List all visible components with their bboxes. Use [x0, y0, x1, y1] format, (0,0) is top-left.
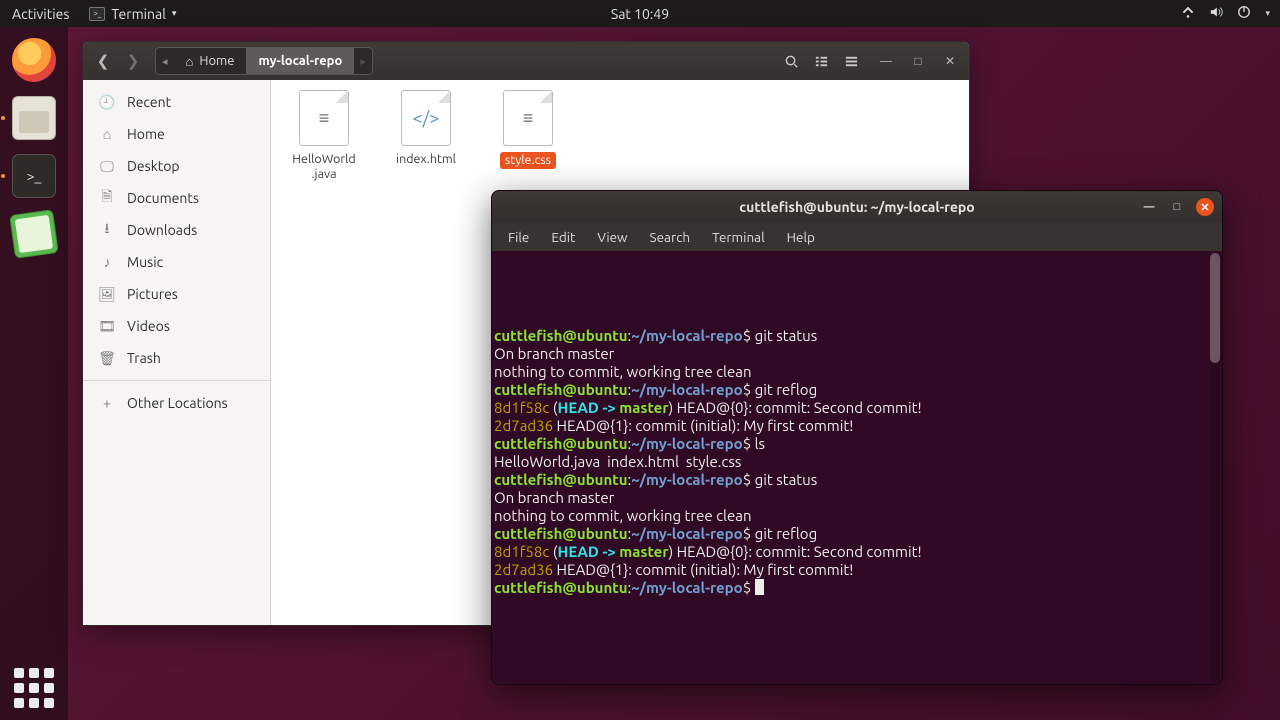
minimize-button[interactable]: — — [1140, 198, 1158, 216]
sidebar-item-recent[interactable]: 🕘 Recent — [83, 86, 270, 118]
text-file-icon: ≡ — [299, 90, 349, 146]
sidebar-item-label: Videos — [127, 318, 170, 334]
files-header: ❮ ❯ ◂ ⌂ Home my-local-repo ▸ — □ ✕ — [83, 42, 969, 80]
activities-button[interactable]: Activities — [12, 6, 69, 22]
dock-files[interactable] — [9, 93, 59, 143]
path-home[interactable]: ⌂ Home — [174, 48, 247, 74]
terminal-icon: >_ — [12, 154, 56, 198]
sidebar-item-label: Home — [127, 126, 165, 142]
picture-icon: 🖼 — [99, 286, 115, 302]
home-icon: ⌂ — [99, 126, 115, 142]
trash-icon: 🗑 — [99, 350, 115, 366]
sidebar-item-label: Pictures — [127, 286, 178, 302]
dock-terminal[interactable]: >_ — [9, 151, 59, 201]
menu-view[interactable]: View — [587, 226, 637, 248]
terminal-output: cuttlefish@ubuntu:~/my-local-repo$ git s… — [492, 327, 1218, 597]
terminal-menubar: File Edit View Search Terminal Help — [492, 223, 1222, 251]
file-label: style.css — [500, 152, 556, 169]
menu-terminal[interactable]: Terminal — [702, 226, 775, 248]
close-button[interactable]: ✕ — [1196, 198, 1214, 216]
scrollbar-thumb[interactable] — [1210, 253, 1220, 363]
sidebar-item-desktop[interactable]: 🖵 Desktop — [83, 150, 270, 182]
file-item[interactable]: ≡ HelloWorld .java — [285, 90, 363, 182]
view-list-button[interactable] — [807, 47, 835, 75]
hamburger-menu-button[interactable] — [837, 47, 865, 75]
terminal-body[interactable]: cuttlefish@ubuntu:~/my-local-repo$ git s… — [492, 251, 1222, 684]
app-menu-label: Terminal — [111, 6, 166, 22]
top-bar: Activities >_ Terminal ▾ Sat 10:49 ▾ — [0, 0, 1280, 27]
files-sidebar: 🕘 Recent ⌂ Home 🖵 Desktop 🗎 Documents ⭳ Downl… — [83, 80, 271, 625]
sidebar-item-home[interactable]: ⌂ Home — [83, 118, 270, 150]
files-icon — [12, 96, 56, 140]
chevron-down-icon: ▾ — [172, 8, 177, 19]
sidebar-item-music[interactable]: ♪ Music — [83, 246, 270, 278]
maximize-button[interactable]: □ — [1168, 198, 1186, 216]
video-icon: 🎞 — [99, 318, 115, 334]
power-icon[interactable] — [1237, 5, 1251, 22]
plus-icon: + — [99, 395, 115, 411]
divider — [83, 380, 270, 381]
dock: >_ — [0, 27, 68, 720]
menu-help[interactable]: Help — [777, 226, 825, 248]
path-bar: ◂ ⌂ Home my-local-repo ▸ — [155, 47, 373, 75]
sidebar-item-label: Trash — [127, 350, 161, 366]
menu-search[interactable]: Search — [640, 226, 701, 248]
file-item-selected[interactable]: ≡ style.css — [489, 90, 567, 169]
nav-back-button[interactable]: ❮ — [89, 47, 117, 75]
path-current[interactable]: my-local-repo — [246, 48, 354, 74]
document-icon: 🗎 — [99, 190, 115, 206]
nav-forward-button[interactable]: ❯ — [119, 47, 147, 75]
sidebar-item-other-locations[interactable]: + Other Locations — [83, 387, 270, 419]
sidebar-item-documents[interactable]: 🗎 Documents — [83, 182, 270, 214]
path-home-label: Home — [199, 54, 234, 68]
download-icon: ⭳ — [99, 222, 115, 238]
network-icon[interactable] — [1181, 5, 1195, 22]
file-label: HelloWorld .java — [292, 152, 356, 182]
sidebar-item-downloads[interactable]: ⭳ Downloads — [83, 214, 270, 246]
terminal-titlebar[interactable]: cuttlefish@ubuntu: ~/my-local-repo — □ ✕ — [492, 191, 1222, 223]
sidebar-item-trash[interactable]: 🗑 Trash — [83, 342, 270, 374]
chevron-down-icon: ▾ — [1265, 8, 1270, 19]
system-tray[interactable]: ▾ — [1181, 5, 1270, 22]
dock-notepad[interactable] — [9, 209, 59, 259]
path-prev-icon[interactable]: ◂ — [156, 48, 174, 74]
sidebar-item-label: Recent — [127, 94, 171, 110]
notepad-icon — [9, 209, 59, 259]
desktop-icon: 🖵 — [99, 158, 115, 174]
menu-edit[interactable]: Edit — [541, 226, 585, 248]
sidebar-item-label: Downloads — [127, 222, 197, 238]
clock[interactable]: Sat 10:49 — [611, 6, 669, 22]
clock-icon: 🕘 — [99, 94, 115, 110]
menu-file[interactable]: File — [498, 226, 539, 248]
music-icon: ♪ — [99, 254, 115, 270]
terminal-title: cuttlefish@ubuntu: ~/my-local-repo — [739, 199, 974, 215]
file-item[interactable]: </> index.html — [387, 90, 465, 167]
app-menu[interactable]: >_ Terminal ▾ — [89, 6, 176, 22]
terminal-window: cuttlefish@ubuntu: ~/my-local-repo — □ ✕… — [491, 190, 1223, 685]
dock-apps-grid[interactable] — [14, 668, 54, 708]
terminal-icon: >_ — [89, 7, 105, 21]
sidebar-item-pictures[interactable]: 🖼 Pictures — [83, 278, 270, 310]
text-file-icon: ≡ — [503, 90, 553, 146]
volume-icon[interactable] — [1209, 5, 1223, 22]
minimize-button[interactable]: — — [873, 48, 899, 74]
sidebar-item-label: Other Locations — [127, 395, 228, 411]
file-label: index.html — [396, 152, 456, 167]
path-next-icon[interactable]: ▸ — [354, 48, 372, 74]
sidebar-item-label: Desktop — [127, 158, 180, 174]
dock-firefox[interactable] — [9, 35, 59, 85]
close-button[interactable]: ✕ — [937, 48, 963, 74]
search-button[interactable] — [777, 47, 805, 75]
maximize-button[interactable]: □ — [905, 48, 931, 74]
sidebar-item-label: Documents — [127, 190, 199, 206]
firefox-icon — [12, 38, 56, 82]
sidebar-item-videos[interactable]: 🎞 Videos — [83, 310, 270, 342]
html-file-icon: </> — [401, 90, 451, 146]
home-icon: ⌂ — [186, 54, 194, 69]
sidebar-item-label: Music — [127, 254, 163, 270]
